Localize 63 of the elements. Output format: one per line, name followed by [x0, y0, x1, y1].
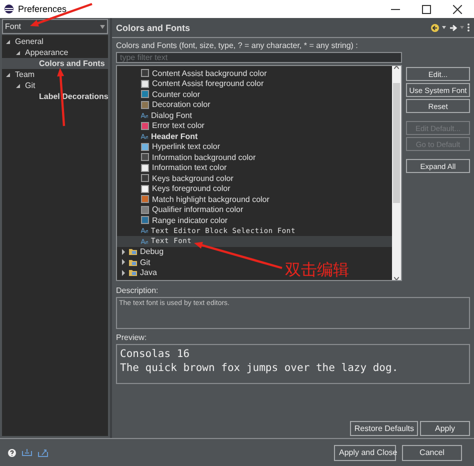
folder-icon	[129, 248, 137, 256]
tree-item[interactable]: Appearance	[23, 48, 70, 57]
filter-hint: Colors and Fonts (font, size, type, ? = any character, * = any string) :	[116, 41, 359, 50]
font-icon	[141, 112, 148, 118]
expanded-icon[interactable]	[15, 82, 21, 88]
tree-item[interactable]: Keys background color	[152, 174, 234, 183]
import-icon[interactable]	[22, 449, 32, 456]
description-label: Description:	[116, 286, 160, 295]
page-title: Colors and Fonts	[116, 22, 191, 32]
caret-icon[interactable]	[442, 26, 446, 29]
preview-text: The quick brown fox jumps over the lazy dog.	[120, 361, 398, 375]
page-button[interactable]: Restore Defaults	[350, 421, 418, 436]
tree-item[interactable]: Java	[140, 268, 157, 278]
tree-item[interactable]: Keys foreground color	[152, 184, 230, 194]
tree-item[interactable]: Range indicator color	[152, 216, 228, 225]
tree-item[interactable]: Git	[140, 258, 150, 267]
scroll-down-icon	[394, 277, 399, 280]
annotation-text: 双击编辑	[285, 260, 349, 281]
filter-field[interactable]: type filter text	[116, 52, 402, 63]
tree-item[interactable]: Qualifier information color	[152, 205, 244, 214]
dialog-button[interactable]: Cancel	[402, 444, 462, 460]
tree-item[interactable]: Error text color	[152, 121, 204, 130]
scrollbar[interactable]	[392, 66, 401, 280]
expanded-icon[interactable]	[15, 50, 21, 56]
forward-icon[interactable]	[449, 24, 457, 32]
preview-label: Preview:	[116, 333, 148, 342]
close-icon[interactable]	[453, 4, 462, 14]
tree-item[interactable]: Header Font	[151, 132, 198, 141]
folder-icon	[129, 269, 137, 276]
expanded-icon[interactable]	[5, 72, 11, 78]
help-icon[interactable]	[8, 448, 16, 456]
tree-item[interactable]: Debug	[140, 247, 164, 256]
collapsed-icon[interactable]	[121, 270, 126, 276]
export-icon[interactable]	[38, 448, 48, 456]
tree-item[interactable]: Dialog Font	[151, 110, 192, 120]
tree-item[interactable]: Team	[13, 70, 37, 79]
tree-item[interactable]: Hyperlink text color	[152, 142, 220, 152]
tree-item[interactable]: Information text color	[152, 163, 227, 172]
menu-icon[interactable]	[467, 23, 470, 32]
tree-item[interactable]: Decoration color	[152, 100, 210, 110]
font-icon	[141, 228, 148, 234]
font-icon	[141, 238, 148, 244]
expanded-icon[interactable]	[5, 38, 11, 44]
page-button[interactable]: Apply	[420, 421, 470, 436]
app-icon	[4, 4, 14, 14]
tree-item[interactable]: Git	[23, 81, 38, 90]
back-icon[interactable]	[431, 24, 439, 32]
tree-item[interactable]: Counter color	[152, 90, 200, 99]
preview-text: Consolas 16	[120, 347, 190, 361]
tree-item[interactable]: Content Assist foreground color	[152, 79, 264, 88]
dropdown-icon	[100, 24, 105, 28]
tree-item[interactable]: Match highlight background color	[152, 194, 270, 204]
folder-icon	[129, 258, 137, 266]
tree-item[interactable]: General	[13, 37, 46, 46]
tree-item[interactable]: Information background color	[152, 152, 256, 162]
font-icon	[141, 134, 148, 139]
window-title: Preferences	[18, 4, 68, 14]
scroll-up-icon	[394, 66, 399, 69]
maximize-icon[interactable]	[422, 4, 431, 14]
collapsed-icon[interactable]	[121, 248, 126, 255]
tree-item[interactable]: Content Assist background color	[152, 68, 267, 78]
collapsed-icon[interactable]	[121, 259, 126, 266]
filter-field[interactable]: Font	[2, 19, 108, 34]
